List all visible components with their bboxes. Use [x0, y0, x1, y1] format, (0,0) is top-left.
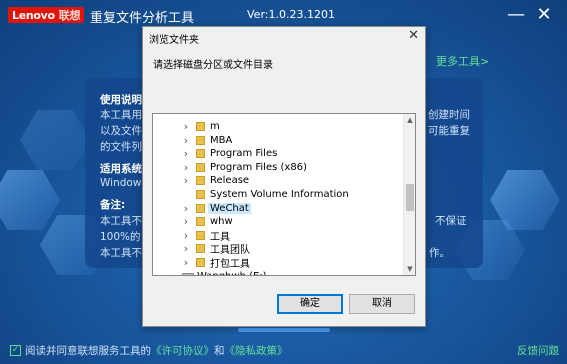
ok-button[interactable]: 确定 [277, 294, 343, 314]
close-button[interactable]: ✕ [533, 4, 555, 26]
scroll-thumb[interactable] [406, 184, 414, 211]
system-heading: 适用系统 [100, 163, 142, 175]
expand-chevron-icon[interactable]: › [181, 202, 191, 215]
notes-heading: 备注: [100, 199, 126, 211]
agree-checkbox[interactable]: ✓ [10, 345, 21, 356]
drive-icon [182, 273, 194, 275]
expand-chevron-icon[interactable]: › [181, 120, 191, 133]
folder-icon [196, 122, 205, 131]
tree-folder-item[interactable]: › 工具团队 [153, 242, 403, 256]
folder-icon [196, 217, 205, 227]
app-title: 重复文件分析工具 [90, 11, 195, 26]
tree-item-label: Program Files (x86) [210, 161, 307, 173]
folder-icon [196, 230, 205, 240]
tree-folder-item[interactable]: › whw [153, 215, 403, 228]
tree-folder-item[interactable]: › WeChat [153, 202, 403, 215]
usage-text: 以及文件 [100, 125, 142, 137]
folder-icon [196, 203, 205, 213]
expand-chevron-icon[interactable]: › [181, 147, 191, 160]
notes-text: 100%的 [100, 231, 141, 243]
privacy-link[interactable]: 《隐私政策》 [225, 343, 288, 358]
scroll-up-icon[interactable]: ▲ [404, 114, 415, 126]
system-text: Window [100, 177, 142, 189]
expand-chevron-icon[interactable]: › [181, 161, 191, 174]
more-tools-link[interactable]: 更多工具> [436, 53, 489, 69]
expand-chevron-icon[interactable]: › [181, 256, 191, 269]
start-button-edge [238, 328, 330, 332]
tree-item-label: Wanghwh (E:) [197, 271, 267, 275]
usage-heading: 使用说明 [100, 94, 142, 106]
minimize-button[interactable]: — [505, 4, 527, 26]
version-label: Ver:1.0.23.1201 [247, 8, 335, 21]
tree-item-label: Release [210, 175, 250, 187]
and-text: 和 [214, 345, 225, 357]
folder-icon [196, 190, 205, 199]
expand-chevron-icon[interactable]: › [181, 215, 191, 228]
tree-folder-item[interactable]: › 工具 [153, 229, 403, 243]
dialog-prompt: 请选择磁盘分区或文件目录 [153, 60, 273, 71]
tree-folder-item[interactable]: › Program Files [153, 147, 403, 160]
folder-icon [196, 149, 205, 159]
lenovo-logo: Lenovo 联想 [8, 7, 84, 23]
tree-scrollbar[interactable]: ▲ ▼ [403, 114, 415, 275]
expand-chevron-icon[interactable]: › [181, 242, 191, 255]
expand-chevron-icon[interactable]: › [169, 270, 179, 275]
tree-item-label: m [210, 121, 220, 132]
folder-tree[interactable]: ▲ ▼ › m › MBA › Program Files › Program Files (… [152, 113, 416, 276]
notes-text: 作。 [429, 247, 450, 259]
usage-text: 创建时间 [428, 109, 470, 121]
license-link[interactable]: 《许可协议》 [151, 343, 214, 358]
notes-text: 本工具不 [100, 215, 142, 227]
scroll-down-icon[interactable]: ▼ [404, 263, 415, 275]
cancel-button[interactable]: 取消 [349, 294, 415, 314]
browse-folder-dialog: 浏览文件夹 ✕ 请选择磁盘分区或文件目录 ▲ ▼ › m › MBA › Program … [142, 26, 426, 327]
tree-item-label: MBA [210, 134, 233, 146]
expand-chevron-icon[interactable]: › [181, 134, 191, 147]
folder-icon [196, 135, 205, 145]
usage-text: 本工具用 [100, 109, 142, 121]
tree-item-label: Program Files [210, 148, 278, 160]
decor-hex [0, 170, 60, 230]
agree-text: 阅读并同意联想服务工具的 [25, 345, 151, 357]
agreement-row: ✓ 阅读并同意联想服务工具的 《许可协议》 和 《隐私政策》 [10, 343, 288, 358]
dialog-title: 浏览文件夹 [149, 35, 199, 46]
tree-folder-item[interactable]: ›System Volume Information [153, 188, 403, 201]
tree-drive-item[interactable]: › Wanghwh (E:) [153, 270, 403, 275]
folder-icon [196, 176, 205, 186]
decor-hex [20, 110, 90, 170]
tree-item-label: WeChat [208, 202, 251, 214]
folder-icon [196, 258, 205, 267]
notes-text: 本工具不 [100, 247, 142, 259]
tree-folder-item[interactable]: › Release [153, 174, 403, 187]
tree-item-label: 打包工具 [210, 259, 250, 270]
folder-icon [196, 244, 205, 254]
dialog-close-button[interactable]: ✕ [408, 28, 419, 43]
tree-folder-item[interactable]: › 打包工具 [153, 256, 403, 270]
tree-folder-item[interactable]: › Program Files (x86) [153, 161, 403, 174]
tree-item-label: whw [210, 216, 233, 228]
tree-folder-item[interactable]: › MBA [153, 134, 403, 147]
expand-chevron-icon[interactable]: › [181, 229, 191, 242]
notes-text: 不保证 [435, 215, 467, 227]
expand-chevron-icon[interactable]: › [181, 174, 191, 187]
feedback-link[interactable]: 反馈问题 [517, 343, 559, 358]
usage-text: 可能重复 [428, 125, 470, 137]
tree-item-label: System Volume Information [210, 189, 349, 200]
tree-folder-item[interactable]: › m [153, 120, 403, 133]
folder-icon [196, 162, 205, 172]
usage-text: 的文件列 [100, 141, 142, 153]
